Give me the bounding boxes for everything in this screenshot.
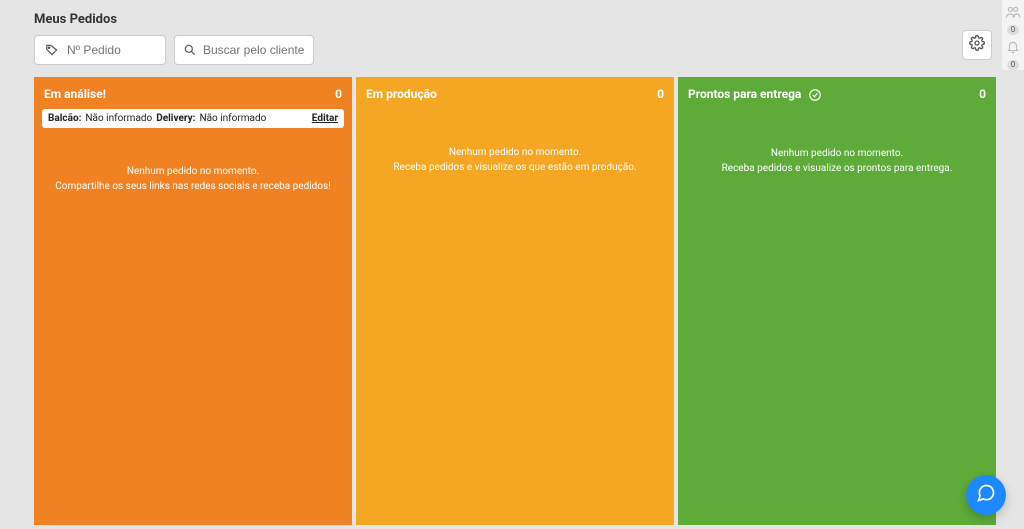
page-title: Meus Pedidos	[0, 0, 1024, 35]
column-title: Em produção	[366, 87, 437, 101]
balcao-value: Não informado	[85, 113, 152, 124]
column-count: 0	[657, 87, 664, 101]
column-header: Prontos para entrega 0	[686, 87, 988, 110]
empty-line-1: Nenhum pedido no momento.	[52, 164, 334, 179]
column-title: Em análise!	[44, 87, 106, 101]
column-em-producao: Em produção 0 Nenhum pedido no momento. …	[356, 77, 674, 525]
delivery-value: Não informado	[199, 113, 266, 124]
chat-icon	[976, 483, 996, 507]
empty-state: Nenhum pedido no momento. Receba pedidos…	[364, 145, 666, 175]
check-circle-icon	[808, 88, 822, 102]
rail-people-button[interactable]: 0	[1004, 4, 1022, 35]
tag-icon	[43, 41, 61, 59]
column-count: 0	[335, 87, 342, 101]
people-icon	[1005, 4, 1021, 23]
column-count: 0	[979, 87, 986, 101]
bell-icon	[1005, 39, 1021, 58]
search-row	[0, 35, 1024, 77]
balcao-label: Balcão:	[48, 113, 81, 124]
delivery-label: Delivery:	[156, 113, 195, 124]
empty-line-2: Receba pedidos e visualize os prontos pa…	[696, 161, 978, 176]
edit-filter-link[interactable]: Editar	[312, 113, 338, 124]
customer-search-input-wrap[interactable]	[174, 35, 314, 65]
column-prontos-entrega: Prontos para entrega 0 Nenhum pedido no …	[678, 77, 996, 525]
empty-line-1: Nenhum pedido no momento.	[374, 145, 656, 160]
filter-bar: Balcão: Não informado Delivery: Não info…	[42, 109, 344, 128]
column-header: Em produção 0	[364, 87, 666, 109]
gear-icon	[969, 35, 985, 55]
search-icon	[183, 41, 197, 59]
column-title: Prontos para entrega	[688, 87, 801, 101]
chat-button[interactable]	[966, 475, 1006, 515]
empty-line-2: Compartilhe os seus links nas redes soci…	[52, 179, 334, 194]
rail-bell-button[interactable]: 0	[1004, 39, 1022, 70]
column-em-analise: Em análise! 0 Balcão: Não informado Deli…	[34, 77, 352, 525]
column-header: Em análise! 0	[42, 87, 344, 109]
rail-people-badge: 0	[1007, 25, 1019, 35]
empty-line-1: Nenhum pedido no momento.	[696, 146, 978, 161]
kanban-columns: Em análise! 0 Balcão: Não informado Deli…	[0, 77, 1024, 525]
column-title-wrap: Prontos para entrega	[688, 87, 822, 102]
order-number-input-wrap[interactable]	[34, 35, 166, 65]
empty-state: Nenhum pedido no momento. Receba pedidos…	[686, 146, 988, 176]
customer-search-input[interactable]	[203, 43, 307, 57]
rail-bell-badge: 0	[1007, 60, 1019, 70]
order-number-input[interactable]	[67, 43, 157, 57]
right-rail: 0 0	[1002, 0, 1024, 70]
settings-button[interactable]	[962, 30, 992, 60]
empty-line-2: Receba pedidos e visualize os que estão …	[374, 160, 656, 175]
empty-state: Nenhum pedido no momento. Compartilhe os…	[42, 164, 344, 194]
